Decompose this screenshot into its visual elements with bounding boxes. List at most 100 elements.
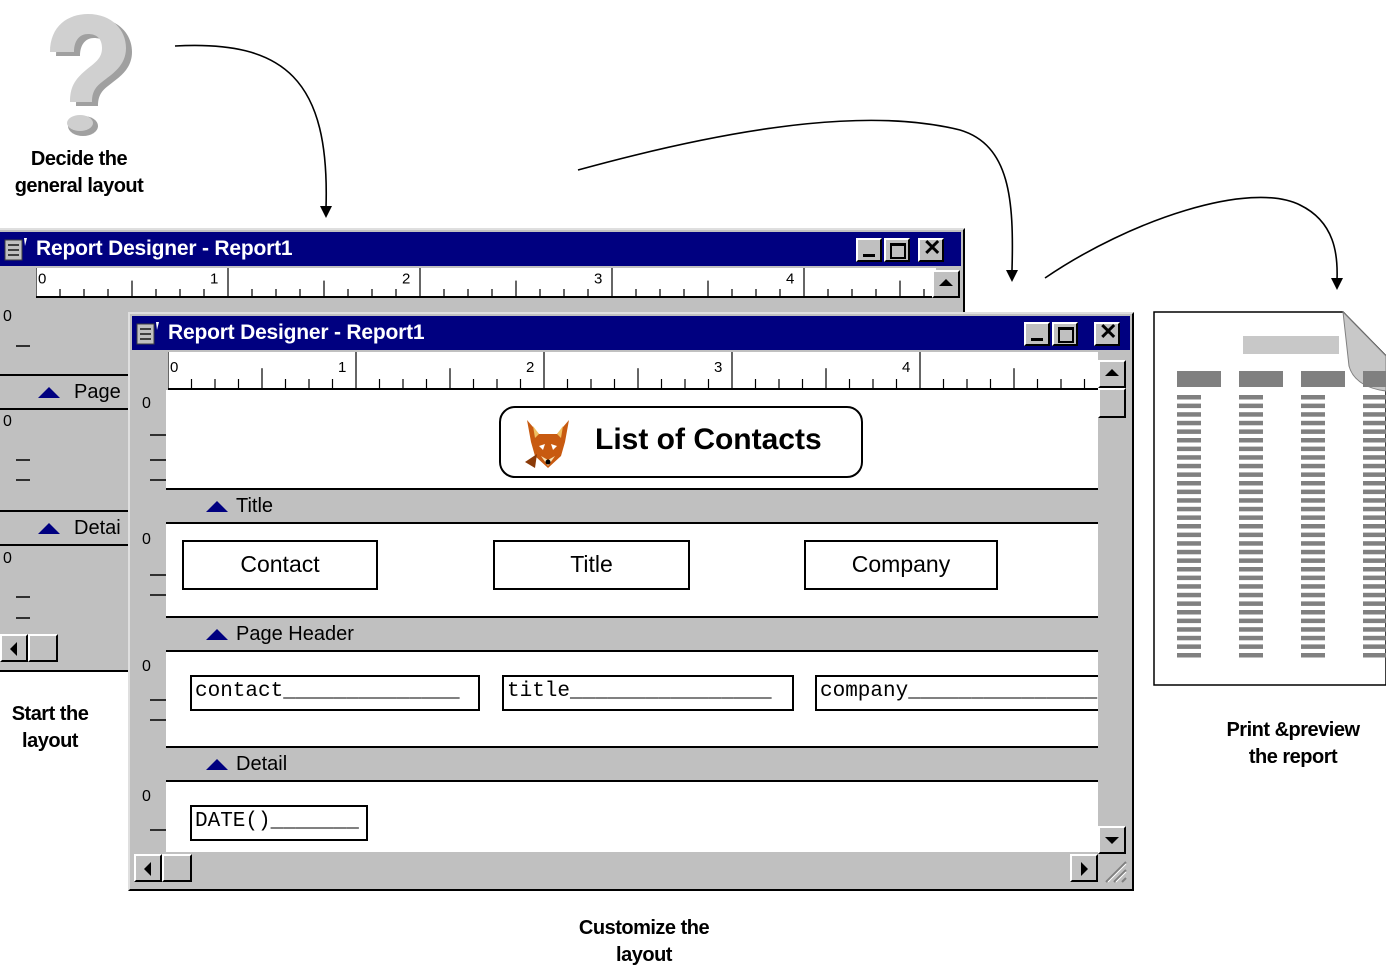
front-scroll-up-button[interactable]	[1098, 360, 1126, 388]
caption-customize-layout: Customize the layout	[560, 915, 728, 969]
page-row-line	[1177, 575, 1201, 581]
page-column-header	[1363, 371, 1386, 387]
page-row-line	[1363, 610, 1386, 615]
front-report-designer-window[interactable]: Report Designer - Report1 ✕ 0 1 2 3 4 0 0 0 …	[128, 312, 1134, 891]
front-minimize-button[interactable]	[1024, 322, 1050, 346]
report-canvas[interactable]: List of Contacts Title Contact Title Com…	[166, 390, 1098, 852]
front-window-title: Report Designer - Report1	[168, 321, 425, 344]
back-scroll-up-button[interactable]	[932, 270, 960, 298]
page-row-line	[1363, 481, 1386, 486]
front-horizontal-ruler: 0 1 2 3 4	[168, 352, 1098, 390]
page-row-line	[1239, 610, 1263, 615]
page-column-header	[1301, 371, 1345, 387]
front-vscroll-thumb[interactable]	[1098, 388, 1126, 418]
page-row-line	[1301, 541, 1325, 546]
page-row-line	[1363, 584, 1386, 589]
page-row-line	[1363, 558, 1386, 563]
page-row-line	[1363, 592, 1386, 598]
page-row-line	[1363, 506, 1386, 512]
back-band-page[interactable]: Page	[0, 374, 132, 410]
page-row-line	[1363, 567, 1386, 572]
caption-customize-line2: layout	[616, 944, 672, 966]
ruler-number: 3	[714, 359, 722, 376]
page-row-line	[1363, 420, 1386, 426]
page-row-line	[1363, 438, 1386, 443]
band-detail[interactable]: Detail	[166, 746, 1098, 782]
front-hscroll-thumb[interactable]	[162, 854, 192, 882]
close-icon: ✕	[923, 235, 942, 260]
front-vertical-scrollbar[interactable]	[1098, 360, 1128, 854]
report-title-box[interactable]: List of Contacts	[499, 406, 863, 478]
page-row-line	[1363, 403, 1386, 409]
back-band-detail[interactable]: Detai	[0, 510, 132, 546]
back-band-detail-label: Detai	[74, 517, 121, 539]
page-row-line	[1239, 592, 1263, 598]
page-row-line	[1177, 627, 1201, 632]
page-row-line	[1177, 455, 1201, 460]
page-row-line	[1239, 618, 1263, 624]
page-row-line	[1363, 395, 1386, 400]
page-row-line	[1177, 403, 1201, 409]
front-scroll-right-button[interactable]	[1070, 854, 1098, 882]
header-label-contact[interactable]: Contact	[182, 540, 378, 590]
resize-grip-icon[interactable]	[1098, 854, 1128, 884]
front-window-titlebar[interactable]: Report Designer - Report1 ✕	[132, 316, 1130, 350]
header-label-title[interactable]: Title	[493, 540, 690, 590]
page-row-line	[1239, 601, 1263, 606]
page-row-line	[1239, 429, 1263, 434]
front-close-button[interactable]: ✕	[1094, 321, 1120, 346]
page-row-line	[1239, 463, 1263, 469]
page-row-line	[1301, 592, 1325, 598]
page-row-line	[1363, 412, 1386, 417]
page-row-line	[1239, 575, 1263, 581]
back-minimize-button[interactable]	[856, 238, 882, 262]
caption-customize-line1: Customize the	[578, 917, 710, 939]
back-scroll-left-button[interactable]	[0, 634, 28, 662]
page-row-line	[1177, 515, 1201, 520]
back-close-button[interactable]: ✕	[918, 235, 944, 262]
page-row-line	[1301, 489, 1325, 495]
front-horizontal-scrollbar[interactable]	[134, 854, 1098, 884]
page-row-line	[1239, 549, 1263, 555]
page-row-line	[1363, 601, 1386, 606]
back-hscroll-thumb[interactable]	[28, 634, 58, 662]
page-row-line	[1239, 395, 1263, 400]
footer-field-date[interactable]: DATE()_______	[190, 805, 368, 841]
page-row-line	[1301, 506, 1325, 512]
fox-icon	[521, 416, 575, 470]
back-window-titlebar[interactable]: Report Designer - Report1 ✕	[0, 232, 961, 266]
page-row-line	[1239, 532, 1263, 538]
back-vertical-ruler: 0 0 0	[2, 300, 30, 640]
back-maximize-button[interactable]	[884, 238, 910, 262]
front-scroll-left-button[interactable]	[134, 854, 162, 882]
arrow-decide-to-start	[174, 44, 328, 209]
page-row-line	[1363, 532, 1386, 538]
caption-decide-layout: Decide the general layout	[0, 146, 158, 200]
page-row-line	[1301, 635, 1325, 641]
header-label-company[interactable]: Company	[804, 540, 998, 590]
band-title[interactable]: Title	[166, 488, 1098, 524]
front-scroll-down-button[interactable]	[1098, 826, 1126, 854]
band-page-header[interactable]: Page Header	[166, 616, 1098, 652]
band-detail-label: Detail	[236, 753, 288, 775]
page-row-line	[1177, 506, 1201, 512]
page-row-line	[1239, 481, 1263, 486]
page-row-line	[1239, 455, 1263, 460]
detail-field-title[interactable]: title________________	[502, 675, 794, 711]
page-row-line	[1239, 635, 1263, 641]
page-row-line	[1363, 463, 1386, 469]
detail-field-company[interactable]: company_______________	[815, 675, 1098, 711]
page-row-line	[1239, 446, 1263, 452]
detail-field-contact[interactable]: contact______________	[190, 675, 480, 711]
page-row-line	[1301, 532, 1325, 538]
front-maximize-button[interactable]	[1052, 322, 1078, 346]
page-row-line	[1177, 653, 1201, 658]
page-row-line	[1239, 524, 1263, 529]
page-row-line	[1301, 610, 1325, 615]
page-row-line	[1177, 592, 1201, 598]
page-row-line	[1177, 446, 1201, 452]
page-row-line	[1177, 498, 1201, 503]
page-row-line	[1301, 515, 1325, 520]
page-row-line	[1239, 627, 1263, 632]
page-row-line	[1239, 489, 1263, 495]
